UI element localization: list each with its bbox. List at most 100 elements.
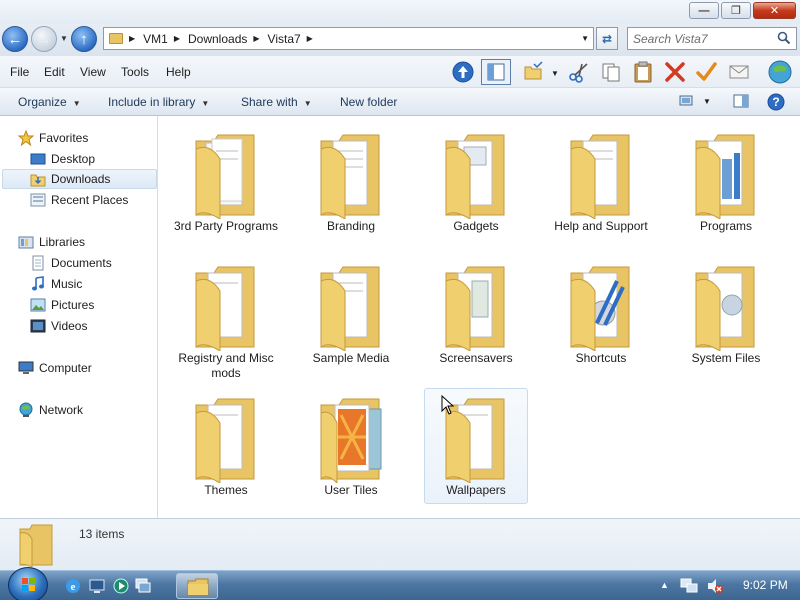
nav-computer[interactable]: Computer — [18, 358, 92, 378]
view-dropdown-icon[interactable]: ▼ — [551, 69, 559, 78]
folder-item[interactable]: Shortcuts — [549, 256, 653, 372]
maximize-button[interactable]: ❐ — [721, 2, 751, 19]
folder-label: Screensavers — [439, 351, 513, 365]
internet-explorer-quicklaunch[interactable]: e — [64, 577, 82, 595]
preview-pane-button[interactable] — [733, 94, 749, 111]
nav-pictures[interactable]: Pictures — [30, 295, 94, 315]
nav-recent-places[interactable]: Recent Places — [30, 190, 128, 210]
item-count: 13 items — [79, 527, 125, 541]
help-button[interactable]: ? — [767, 93, 785, 114]
up-button[interactable]: ↑ — [71, 26, 97, 52]
back-button[interactable]: ← — [2, 26, 28, 52]
refresh-button[interactable]: ⇄ — [596, 27, 618, 50]
organize-button[interactable]: Organize ▼ — [18, 95, 81, 109]
toolbar-properties-button[interactable] — [694, 60, 718, 84]
breadcrumb-downloads[interactable]: ▶ Downloads — [174, 32, 248, 46]
nav-documents[interactable]: Documents — [30, 253, 112, 273]
toolbar-paste-button[interactable] — [631, 60, 655, 84]
chevron-right-icon: ▶ — [129, 34, 136, 43]
documents-icon — [30, 255, 46, 271]
minimize-button[interactable]: — — [689, 2, 719, 19]
menu-file[interactable]: File — [10, 65, 29, 79]
show-desktop-quicklaunch[interactable] — [88, 577, 106, 595]
folder-label: Branding — [326, 219, 376, 233]
details-pane: 13 items — [0, 518, 800, 570]
folder-item[interactable]: Help and Support — [549, 124, 653, 240]
nav-network[interactable]: Network — [18, 400, 83, 420]
chevron-right-icon: ▶ — [253, 34, 260, 43]
folder-icon — [695, 266, 755, 351]
toolbar-delete-button[interactable] — [663, 60, 687, 84]
taskbar-explorer-button[interactable] — [176, 573, 218, 599]
toolbar-email-button[interactable] — [727, 60, 751, 84]
toolbar-folders-pane-button[interactable] — [481, 59, 511, 85]
volume-tray-icon[interactable] — [706, 578, 724, 597]
folder-item[interactable]: Screensavers — [424, 256, 528, 372]
chevron-down-icon: ▼ — [72, 99, 81, 108]
toolbar-up-button[interactable] — [451, 60, 475, 84]
toolbar-cut-button[interactable] — [567, 60, 591, 84]
breadcrumb-vista7[interactable]: ▶ Vista7 — [253, 32, 300, 46]
folder-item[interactable]: User Tiles — [299, 388, 403, 504]
folder-icon — [109, 33, 123, 44]
chevron-right-icon: ▶ — [173, 34, 180, 43]
share-with-button[interactable]: Share with ▼ — [241, 95, 312, 109]
folder-icon — [695, 134, 755, 219]
toolbar-copy-button[interactable] — [599, 60, 623, 84]
folder-item[interactable]: Themes — [174, 388, 278, 504]
taskbar-clock[interactable]: 9:02 PM — [743, 578, 788, 592]
nav-videos[interactable]: Videos — [30, 316, 87, 336]
folder-item[interactable]: System Files — [674, 256, 778, 372]
toolbar-globe-button[interactable] — [766, 58, 794, 86]
up-arrow-icon: ↑ — [80, 30, 88, 48]
show-hidden-icons-button[interactable]: ▲ — [660, 580, 669, 590]
menu-tools[interactable]: Tools — [121, 65, 149, 79]
include-in-library-button[interactable]: Include in library ▼ — [108, 95, 209, 109]
folder-item[interactable]: Gadgets — [424, 124, 528, 240]
breadcrumb-subfolders[interactable]: ▶ — [307, 34, 321, 43]
folder-item[interactable]: Wallpapers — [424, 388, 528, 504]
folder-item[interactable]: Registry and Misc mods — [174, 256, 278, 380]
folder-item[interactable]: Sample Media — [299, 256, 403, 372]
new-folder-button[interactable]: New folder — [340, 95, 397, 109]
folder-item[interactable]: Branding — [299, 124, 403, 240]
title-bar: — ❐ ✕ — [0, 0, 800, 24]
address-bar[interactable]: ▶ VM1 ▶ Downloads ▶ Vista7 ▶ ▼ — [103, 27, 594, 50]
network-tray-icon[interactable] — [680, 578, 698, 597]
view-more-dropdown-icon[interactable]: ▼ — [703, 97, 711, 106]
forward-button[interactable]: → — [31, 26, 57, 52]
toolbar-view-button[interactable] — [521, 60, 545, 84]
switch-windows-quicklaunch[interactable] — [134, 577, 152, 595]
chevron-down-icon: ▼ — [201, 99, 210, 108]
breadcrumb-vm1[interactable]: ▶ VM1 — [129, 32, 168, 46]
nav-libraries[interactable]: Libraries — [18, 232, 85, 252]
forward-arrow-icon: → — [36, 30, 52, 48]
close-button[interactable]: ✕ — [753, 2, 796, 19]
menu-edit[interactable]: Edit — [44, 65, 65, 79]
nav-favorites[interactable]: Favorites — [18, 128, 88, 148]
nav-desktop[interactable]: Desktop — [30, 149, 95, 169]
folder-item[interactable]: Programs — [674, 124, 778, 240]
search-input[interactable] — [628, 28, 768, 49]
preview-pane-icon — [733, 94, 749, 108]
refresh-icon: ⇄ — [601, 31, 613, 46]
menu-help[interactable]: Help — [166, 65, 191, 79]
menu-view[interactable]: View — [80, 65, 106, 79]
recent-pages-dropdown-icon[interactable]: ▼ — [60, 34, 68, 43]
nav-downloads[interactable]: Downloads — [2, 169, 157, 189]
nav-music[interactable]: Music — [30, 274, 82, 294]
volume-muted-icon — [708, 579, 723, 593]
maximize-icon: ❐ — [731, 5, 741, 17]
paste-icon — [634, 61, 652, 83]
videos-icon — [30, 318, 46, 334]
change-view-button[interactable] — [678, 94, 694, 108]
search-icon[interactable] — [777, 31, 791, 45]
folder-icon — [195, 398, 255, 483]
media-player-quicklaunch[interactable] — [112, 577, 130, 595]
address-history-dropdown-icon[interactable]: ▼ — [581, 34, 589, 43]
internet-explorer-icon: e — [66, 579, 80, 593]
folder-item[interactable]: 3rd Party Programs — [174, 124, 278, 240]
svg-text:e: e — [71, 581, 76, 593]
star-icon — [18, 130, 34, 146]
start-button[interactable] — [8, 567, 48, 600]
